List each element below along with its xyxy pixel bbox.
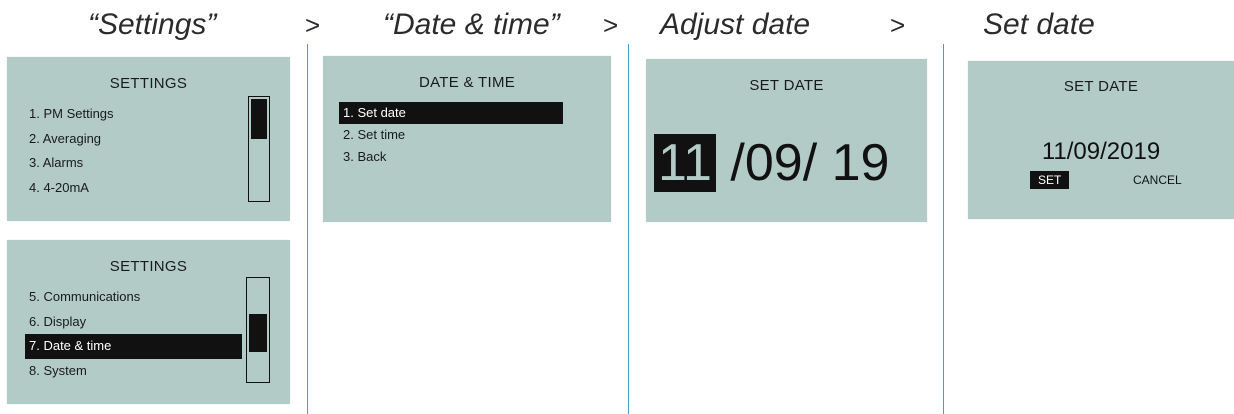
screen-title: SETTINGS <box>109 75 188 92</box>
screen-title: DATE & TIME <box>418 74 516 91</box>
settings-screen-page-1: SETTINGS 1. PM Settings 2. Averaging 3. … <box>7 57 290 221</box>
menu-item-date-time[interactable]: 7. Date & time <box>25 334 242 359</box>
step-arrow-3: > <box>890 10 906 40</box>
screen-title: SET DATE <box>1063 78 1139 95</box>
menu-item-system[interactable]: 8. System <box>25 359 242 384</box>
set-date-screen: SET DATE 11/09/2019 SET CANCEL <box>968 61 1234 219</box>
step-arrow-2: > <box>603 10 619 40</box>
menu-item-display[interactable]: 6. Display <box>25 310 242 335</box>
date-time-menu: 1. Set date 2. Set time 3. Back <box>339 102 563 168</box>
step-set-date-label: Set date <box>983 8 1095 41</box>
menu-item-communications[interactable]: 5. Communications <box>25 285 242 310</box>
settings-menu-2: 5. Communications 6. Display 7. Date & t… <box>25 285 242 383</box>
month-year-fields[interactable]: /09/ 19 <box>716 134 889 192</box>
divider-2 <box>628 44 629 414</box>
scrollbar[interactable] <box>248 96 270 202</box>
menu-item-back[interactable]: 3. Back <box>339 146 563 168</box>
cancel-button[interactable]: CANCEL <box>1133 173 1182 187</box>
scrollbar[interactable] <box>246 277 270 383</box>
date-editor[interactable]: 11 /09/ 19 <box>654 134 889 192</box>
step-adjust-date-label: Adjust date <box>660 8 811 41</box>
scroll-thumb[interactable] <box>249 314 267 352</box>
step-date-time-label: “Date & time” <box>383 8 560 41</box>
menu-item-alarms[interactable]: 3. Alarms <box>25 151 230 176</box>
date-time-screen: DATE & TIME 1. Set date 2. Set time 3. B… <box>323 56 611 222</box>
step-arrow-1: > <box>305 10 321 40</box>
day-field-highlighted[interactable]: 11 <box>654 134 716 192</box>
set-button[interactable]: SET <box>1030 171 1070 189</box>
scroll-thumb[interactable] <box>251 99 267 139</box>
settings-screen-page-2: SETTINGS 5. Communications 6. Display 7.… <box>7 240 290 404</box>
menu-item-set-date[interactable]: 1. Set date <box>339 102 563 124</box>
divider-3 <box>943 44 944 414</box>
date-value: 11/09/2019 <box>1041 138 1161 165</box>
menu-item-4-20ma[interactable]: 4. 4-20mA <box>25 176 230 201</box>
screen-title: SET DATE <box>749 77 824 94</box>
menu-item-pm-settings[interactable]: 1. PM Settings <box>25 102 230 127</box>
step-settings-label: “Settings” <box>88 8 217 41</box>
adjust-date-screen: SET DATE 11 /09/ 19 <box>646 59 927 222</box>
screen-title: SETTINGS <box>109 258 188 275</box>
menu-item-set-time[interactable]: 2. Set time <box>339 124 563 146</box>
divider-1 <box>307 44 308 414</box>
menu-item-averaging[interactable]: 2. Averaging <box>25 127 230 152</box>
settings-menu-1: 1. PM Settings 2. Averaging 3. Alarms 4.… <box>25 102 230 200</box>
